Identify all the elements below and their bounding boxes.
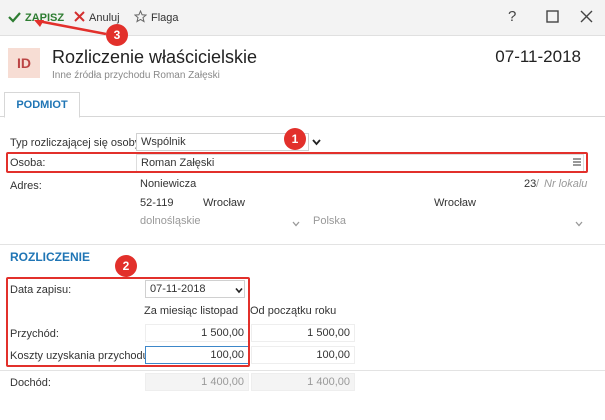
annotation-arrow	[30, 18, 110, 41]
chevron-down-icon[interactable]	[575, 218, 583, 230]
check-icon	[8, 11, 21, 26]
country-select[interactable]: Polska	[313, 215, 346, 227]
profit-year-value: 1 400,00	[251, 373, 355, 391]
income-year-field[interactable]: 1 500,00	[251, 324, 355, 342]
profit-month-value: 1 400,00	[145, 373, 249, 391]
tab-bar	[0, 92, 605, 117]
person-type-label: Typ rozliczającej się osoby:	[10, 137, 144, 149]
chevron-down-icon[interactable]	[312, 137, 321, 149]
city-field[interactable]: Wrocław	[203, 197, 245, 209]
document-id-badge: ID	[8, 48, 40, 78]
postcode-field[interactable]: 52-119	[140, 197, 173, 209]
document-subtitle: Inne źródła przychodu Roman Załęski	[52, 70, 220, 81]
document-date: 07-11-2018	[495, 47, 581, 66]
apartment-field[interactable]: Nr lokalu	[544, 178, 587, 190]
person-type-select[interactable]: Wspólnik	[136, 133, 309, 151]
cost-year-field[interactable]: 100,00	[251, 346, 355, 364]
chevron-down-icon[interactable]	[292, 218, 300, 230]
flag-button[interactable]: Flaga	[133, 9, 179, 27]
help-icon[interactable]: ?	[508, 8, 516, 25]
document-title: Rozliczenie właścicielskie	[52, 47, 258, 67]
column-year-header: Od początku roku	[250, 305, 337, 317]
tab-podmiot[interactable]: PODMIOT	[4, 92, 80, 118]
annotation-box-person	[6, 152, 588, 173]
section-divider	[0, 244, 605, 245]
star-icon	[133, 9, 148, 26]
apartment-separator: /	[536, 178, 540, 190]
close-icon[interactable]	[580, 10, 593, 27]
total-divider	[0, 370, 605, 371]
flag-label: Flaga	[151, 12, 179, 24]
annotation-badge-2: 2	[115, 255, 137, 277]
address-label: Adres:	[10, 180, 42, 192]
annotation-box-settlement	[6, 277, 250, 367]
house-number-field[interactable]: 23	[524, 178, 536, 190]
profit-label: Dochód:	[10, 377, 51, 389]
annotation-badge-1: 1	[284, 128, 306, 150]
maximize-icon[interactable]	[546, 10, 559, 27]
street-field[interactable]: Noniewicza	[140, 178, 196, 190]
post-city-field[interactable]: Wrocław	[434, 197, 476, 209]
section-title: ROZLICZENIE	[10, 250, 90, 264]
region-select[interactable]: dolnośląskie	[140, 215, 201, 227]
